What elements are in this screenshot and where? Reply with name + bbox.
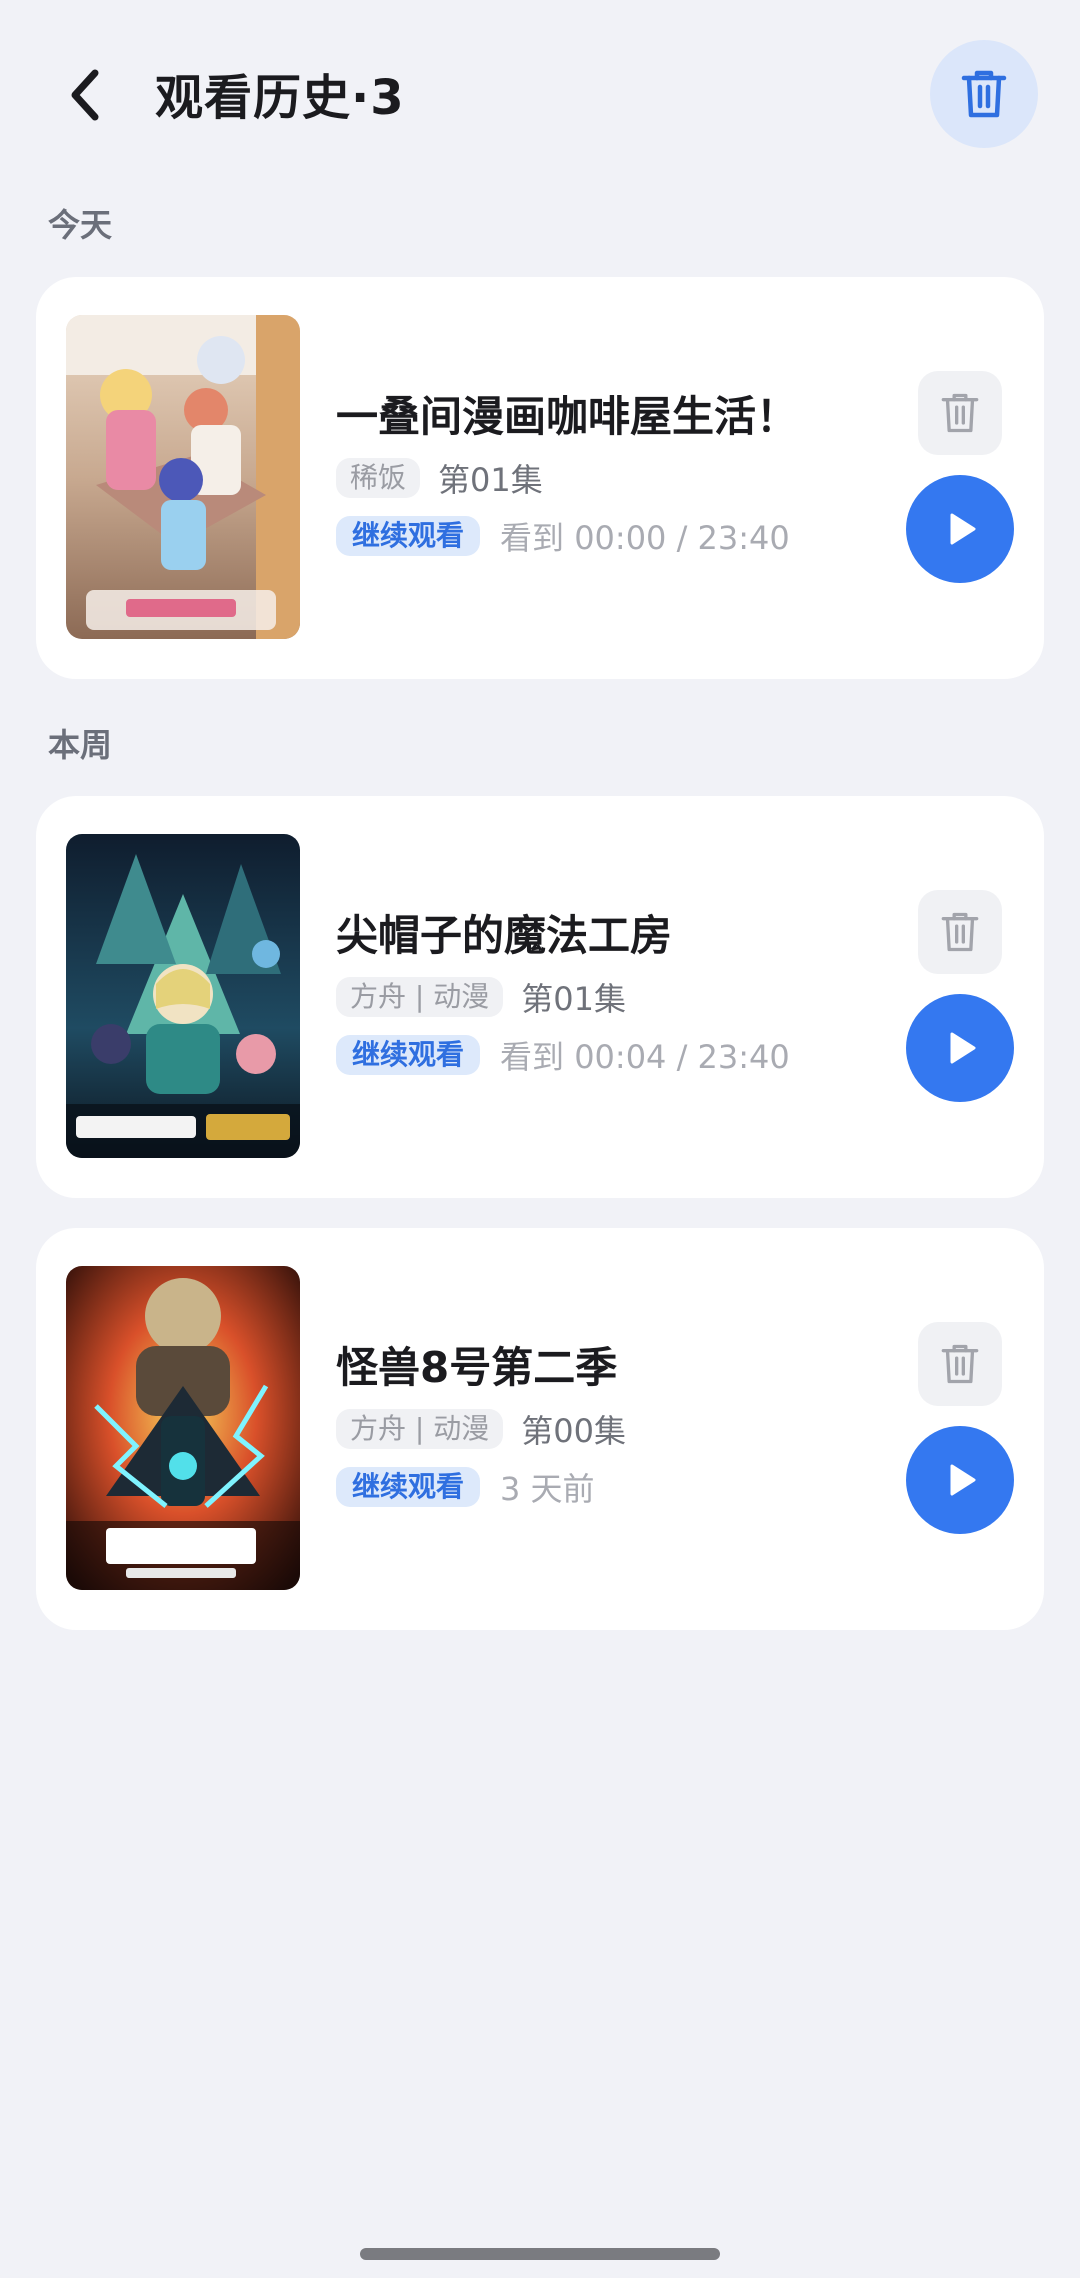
source-tag: 稀饭 — [336, 458, 421, 498]
progress-text: 3 天前 — [500, 1470, 595, 1508]
source-tag: 方舟 | 动漫 — [336, 1409, 504, 1449]
show-title[interactable]: 怪兽8号第二季 — [336, 1340, 896, 1396]
page-title: 观看历史·3 — [155, 70, 405, 126]
progress-text: 看到 00:04 / 23:40 — [500, 1038, 790, 1076]
play-button[interactable] — [906, 1426, 1014, 1534]
trash-icon — [941, 393, 979, 433]
history-card[interactable]: 一叠间漫画咖啡屋生活！ 稀饭 第01集 继续观看 看到 00:00 / 23:4… — [36, 277, 1044, 679]
history-card[interactable]: 怪兽8号第二季 方舟 | 动漫 第00集 继续观看 3 天前 — [36, 1228, 1044, 1630]
home-indicator[interactable] — [360, 2248, 720, 2260]
trash-icon — [941, 912, 979, 952]
cover-image[interactable] — [66, 834, 300, 1158]
play-button[interactable] — [906, 475, 1014, 583]
back-button[interactable] — [50, 55, 120, 135]
progress-row: 继续观看 看到 00:00 / 23:40 — [336, 515, 896, 557]
history-card[interactable]: 尖帽子的魔法工房 方舟 | 动漫 第01集 继续观看 看到 00:04 / 23… — [36, 796, 1044, 1198]
show-info: 一叠间漫画咖啡屋生活！ 稀饭 第01集 继续观看 看到 00:00 / 23:4… — [336, 389, 896, 557]
episode-label: 第01集 — [521, 980, 626, 1018]
delete-item-button[interactable] — [918, 1322, 1002, 1406]
show-title[interactable]: 尖帽子的魔法工房 — [336, 908, 896, 964]
section-label-this-week: 本周 — [48, 726, 113, 764]
continue-watching-tag[interactable]: 继续观看 — [336, 1467, 481, 1507]
progress-row: 继续观看 3 天前 — [336, 1466, 896, 1508]
continue-watching-tag[interactable]: 继续观看 — [336, 1035, 481, 1075]
meta-row: 方舟 | 动漫 第00集 — [336, 1408, 896, 1450]
episode-label: 第01集 — [438, 461, 543, 499]
progress-text: 看到 00:00 / 23:40 — [500, 519, 790, 557]
delete-item-button[interactable] — [918, 371, 1002, 455]
header: 观看历史·3 — [0, 0, 1080, 190]
show-info: 怪兽8号第二季 方舟 | 动漫 第00集 继续观看 3 天前 — [336, 1340, 896, 1508]
trash-icon — [941, 1344, 979, 1384]
clear-history-button[interactable] — [930, 40, 1038, 148]
show-title[interactable]: 一叠间漫画咖啡屋生活！ — [336, 389, 896, 445]
play-icon — [950, 513, 976, 545]
meta-row: 方舟 | 动漫 第01集 — [336, 976, 896, 1018]
chevron-left-icon — [71, 69, 99, 121]
watch-history-page: 观看历史·3 今天 一叠间漫画咖啡屋生活！ 稀饭 第01集 继续观看 看到 00… — [0, 0, 1080, 2278]
episode-label: 第00集 — [521, 1412, 626, 1450]
show-info: 尖帽子的魔法工房 方舟 | 动漫 第01集 继续观看 看到 00:04 / 23… — [336, 908, 896, 1076]
progress-row: 继续观看 看到 00:04 / 23:40 — [336, 1034, 896, 1076]
cover-image[interactable] — [66, 1266, 300, 1590]
meta-row: 稀饭 第01集 — [336, 457, 896, 499]
cover-image[interactable] — [66, 315, 300, 639]
source-tag: 方舟 | 动漫 — [336, 977, 504, 1017]
trash-icon — [961, 70, 1007, 118]
play-icon — [950, 1464, 976, 1496]
delete-item-button[interactable] — [918, 890, 1002, 974]
continue-watching-tag[interactable]: 继续观看 — [336, 516, 481, 556]
play-button[interactable] — [906, 994, 1014, 1102]
section-label-today: 今天 — [48, 206, 113, 244]
play-icon — [950, 1032, 976, 1064]
